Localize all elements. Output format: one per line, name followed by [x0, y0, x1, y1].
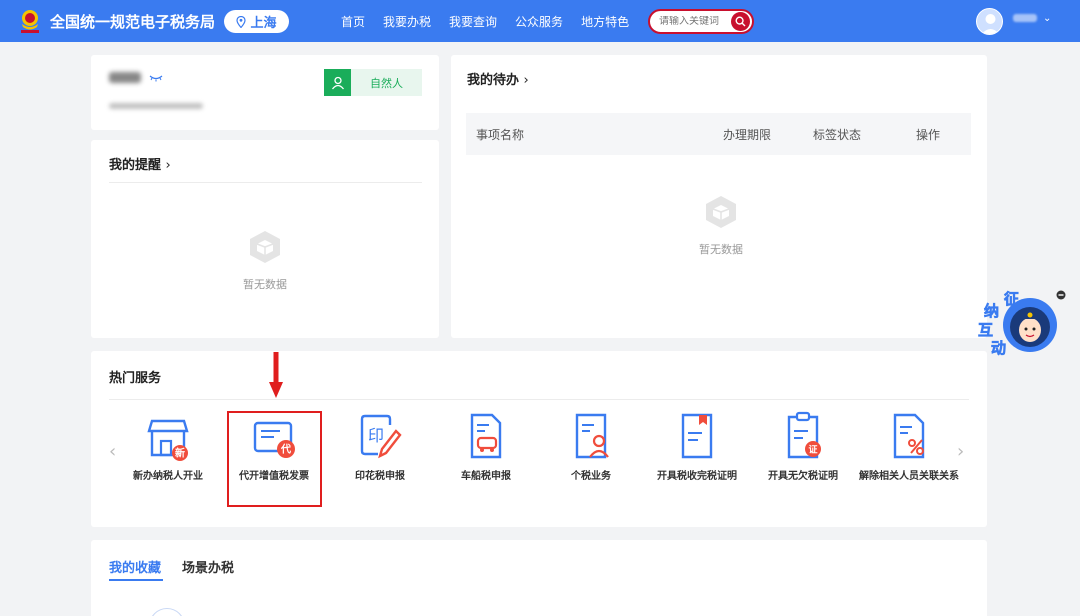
service-stamp-duty[interactable]: 印 印花税申报	[330, 411, 430, 482]
user-name-masked[interactable]	[1013, 14, 1037, 22]
service-label: 印花税申报	[355, 471, 405, 482]
main-nav: 首页 我要办税 我要查询 公众服务 地方特色	[341, 0, 647, 42]
empty-box-icon	[706, 196, 736, 228]
reminder-title[interactable]: 我的提醒 ›	[109, 154, 171, 173]
column-header: 事项名称	[476, 128, 525, 142]
widget-char: 纳	[984, 302, 999, 320]
nav-public-service[interactable]: 公众服务	[515, 13, 563, 30]
column-header: 操作	[916, 128, 941, 142]
service-personal-tax[interactable]: 个税业务	[541, 411, 641, 482]
chevron-right-icon: ›	[165, 158, 171, 173]
service-tax-certificate[interactable]: 开具税收完税证明	[647, 411, 747, 482]
top-header: 全国统一规范电子税务局 上海 首页 我要办税 我要查询 公众服务 地方特色 ⌄	[0, 0, 1080, 42]
nav-do-tax[interactable]: 我要办税	[383, 13, 431, 30]
empty-text: 暂无数据	[243, 278, 287, 291]
tab-favorites[interactable]: 我的收藏	[109, 557, 161, 576]
tax-interaction-mascot-icon[interactable]: 征 纳 互 动	[976, 287, 1068, 359]
nav-query[interactable]: 我要查询	[449, 13, 497, 30]
badge-text: 证	[808, 445, 817, 456]
site-title[interactable]: 全国统一规范电子税务局	[50, 11, 215, 32]
column-header: 办理期限	[723, 128, 772, 142]
service-label: 解除相关人员关联关系	[859, 471, 959, 482]
favorite-item-icon[interactable]	[149, 608, 185, 616]
highlight-box	[227, 411, 322, 507]
todo-title[interactable]: 我的待办 ›	[467, 69, 529, 88]
service-label: 开具无欠税证明	[768, 471, 838, 482]
user-type-label: 自然人	[370, 76, 403, 90]
service-unlink[interactable]: 解除相关人员关联关系	[859, 411, 959, 482]
new-taxpayer-icon: 新	[147, 419, 189, 461]
service-label: 新办纳税人开业	[133, 471, 203, 482]
service-label: 个税业务	[571, 471, 611, 482]
hot-services-title: 热门服务	[109, 371, 162, 386]
user-type-badge[interactable]: 自然人	[324, 69, 422, 96]
service-no-arrears[interactable]: 证 开具无欠税证明	[753, 411, 853, 482]
chevron-down-icon[interactable]: ⌄	[1043, 13, 1051, 24]
search-input[interactable]	[659, 16, 729, 27]
masked-id-number	[109, 103, 203, 109]
empty-box-icon	[250, 231, 280, 263]
arrow-down-icon	[269, 352, 283, 398]
tax-bureau-logo	[21, 10, 39, 33]
carousel-prev-icon[interactable]: ‹	[109, 441, 116, 462]
todo-title-text: 我的待办	[467, 73, 520, 88]
stamp-duty-icon: 印	[360, 414, 402, 459]
column-header: 标签状态	[813, 128, 862, 142]
search-icon	[735, 16, 746, 27]
search-box	[648, 9, 754, 34]
reminder-card: 我的提醒 › 暂无数据	[91, 140, 439, 338]
todo-table-header: 事项名称 办理期限 标签状态 操作	[466, 113, 971, 155]
widget-char: 互	[978, 321, 993, 339]
badge-text: 印	[368, 426, 384, 445]
active-tab-indicator	[109, 579, 163, 581]
masked-user-name	[109, 72, 141, 83]
vehicle-tax-icon	[470, 413, 502, 459]
widget-char: 动	[991, 339, 1006, 357]
unlink-icon	[893, 413, 925, 459]
service-vehicle-tax[interactable]: 车船税申报	[436, 411, 536, 482]
no-arrears-icon: 证	[787, 411, 821, 459]
reminder-title-text: 我的提醒	[109, 158, 162, 173]
widget-char: 征	[1004, 290, 1019, 308]
service-carousel: ‹ › 新 新办纳税人开业 代 代开增值税发票 印 印花税申报 车船税申报 个税…	[91, 411, 987, 511]
chevron-right-icon: ›	[523, 73, 529, 88]
search-button[interactable]	[731, 12, 750, 31]
todo-card: 我的待办 › 事项名称 办理期限 标签状态 操作 暂无数据	[451, 55, 987, 338]
service-label: 开具税收完税证明	[657, 471, 737, 482]
service-new-taxpayer[interactable]: 新 新办纳税人开业	[118, 411, 218, 482]
service-label: 车船税申报	[461, 471, 511, 482]
favorites-card: 我的收藏 场景办税	[91, 540, 987, 616]
empty-state: 暂无数据	[225, 228, 305, 292]
tab-scene-tax[interactable]: 场景办税	[182, 557, 234, 576]
person-icon	[324, 69, 351, 96]
badge-text: 新	[175, 447, 185, 460]
empty-state: 暂无数据	[681, 193, 761, 257]
location-pin-icon	[236, 15, 247, 28]
hot-services-card: 热门服务 ‹ › 新 新办纳税人开业 代 代开增值税发票 印 印花税申报 车船税…	[91, 351, 987, 527]
region-selector[interactable]: 上海	[224, 10, 289, 33]
personal-tax-icon	[575, 413, 609, 459]
divider	[109, 399, 969, 400]
region-label: 上海	[250, 16, 277, 31]
nav-home[interactable]: 首页	[341, 13, 365, 30]
divider	[109, 182, 422, 183]
tax-certificate-icon	[681, 413, 713, 459]
user-avatar[interactable]	[976, 8, 1003, 35]
user-icon	[981, 14, 1000, 34]
empty-text: 暂无数据	[699, 243, 743, 256]
profile-card: 自然人	[91, 55, 439, 130]
hidden-eye-icon[interactable]	[149, 73, 163, 83]
nav-local-feature[interactable]: 地方特色	[581, 13, 629, 30]
